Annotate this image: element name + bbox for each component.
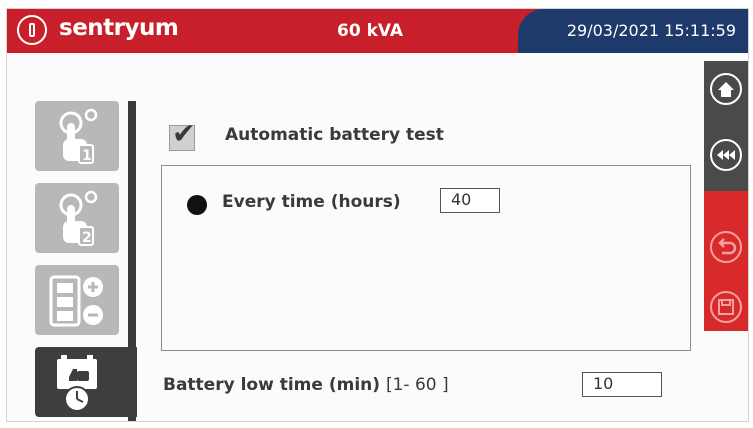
nav-toolbar xyxy=(704,61,748,191)
save-button[interactable] xyxy=(710,291,742,323)
home-icon xyxy=(718,82,734,97)
svg-text:2: 2 xyxy=(82,230,92,246)
brand-name: sentryum xyxy=(59,15,179,41)
battery-low-label-text: Battery low time (min) xyxy=(163,375,381,395)
sentryum-logo-icon xyxy=(17,15,47,45)
every-time-label: Every time (hours) xyxy=(222,192,401,212)
header-bar: sentryum 60 kVA 29/03/2021 15:11:59 xyxy=(7,9,748,53)
sidebar-item-battery-adjust[interactable] xyxy=(35,265,119,335)
undo-button[interactable] xyxy=(710,231,742,263)
edit-toolbar xyxy=(704,191,748,331)
battery-low-time-input[interactable]: 10 xyxy=(582,372,662,397)
auto-test-checkbox[interactable]: ✔ xyxy=(169,120,195,151)
battery-clock-thumb-icon xyxy=(57,355,97,412)
battery-plus-minus-icon xyxy=(49,275,103,327)
battery-low-range: [1- 60 ] xyxy=(385,375,449,395)
hand-touch-2-icon: 2 xyxy=(59,190,98,246)
home-button[interactable] xyxy=(710,73,742,105)
save-icon xyxy=(718,299,734,315)
check-icon: ✔ xyxy=(172,117,196,150)
svg-text:1: 1 xyxy=(82,148,92,164)
rewind-icon xyxy=(717,150,735,160)
sidebar-item-touch-1[interactable]: 1 xyxy=(35,101,119,171)
battery-low-label: Battery low time (min) [1- 60 ] xyxy=(163,375,449,395)
every-time-hours-input[interactable]: 40 xyxy=(440,188,500,213)
every-time-radio[interactable] xyxy=(187,195,207,215)
undo-icon xyxy=(718,238,737,255)
auto-test-label: Automatic battery test xyxy=(225,125,444,145)
ups-settings-screen: sentryum 60 kVA 29/03/2021 15:11:59 1 2 xyxy=(6,8,749,422)
sidebar-item-touch-2[interactable]: 2 xyxy=(35,183,119,253)
date-time: 29/03/2021 15:11:59 xyxy=(566,21,736,40)
power-rating: 60 kVA xyxy=(337,21,404,41)
sidebar-item-battery-test[interactable] xyxy=(35,347,137,417)
hand-touch-1-icon: 1 xyxy=(59,108,98,164)
rewind-button[interactable] xyxy=(710,139,742,171)
